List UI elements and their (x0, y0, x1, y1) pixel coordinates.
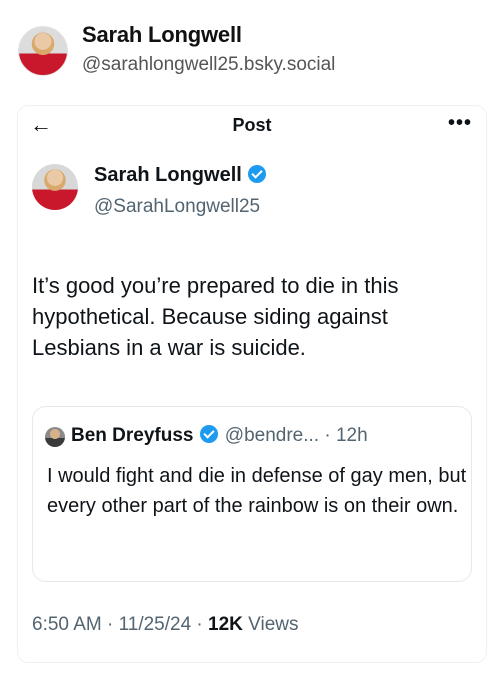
quoted-post-header: Ben Dreyfuss @bendre... · 12h (71, 425, 368, 447)
more-dots-icon[interactable]: ••• (448, 112, 472, 135)
tweet-author-name[interactable]: Sarah Longwell (94, 164, 266, 187)
verified-badge-icon (199, 425, 218, 443)
bluesky-post-header: Sarah Longwell @sarahlongwell25.bsky.soc… (18, 20, 488, 80)
quoted-author-name: Ben Dreyfuss (71, 425, 194, 446)
quoted-post[interactable]: Ben Dreyfuss @bendre... · 12h I would fi… (32, 406, 472, 582)
avatar[interactable] (32, 164, 78, 210)
tweet-author-name-text: Sarah Longwell (94, 164, 242, 186)
post-timestamp: 6:50 AM · 11/25/24 · (32, 614, 209, 635)
verified-badge-icon (247, 165, 266, 183)
post-meta: 6:50 AM · 11/25/24 · 12K Views (32, 614, 299, 636)
post-text: It’s good you’re prepared to die in this… (32, 273, 399, 360)
avatar (45, 427, 65, 447)
embedded-screenshot[interactable]: ← Post ••• Sarah Longwell @SarahLongwell… (18, 106, 486, 662)
views-label: Views (242, 614, 299, 635)
quoted-post-text: I would fight and die in defense of gay … (47, 465, 467, 517)
tweet-author-handle[interactable]: @SarahLongwell25 (94, 196, 260, 218)
post-topbar: ← Post ••• (18, 106, 486, 146)
avatar[interactable] (18, 26, 68, 76)
author-display-name[interactable]: Sarah Longwell (82, 22, 242, 48)
page-title: Post (232, 115, 272, 135)
author-handle[interactable]: @sarahlongwell25.bsky.social (82, 54, 335, 76)
views-count: 12K (208, 614, 243, 635)
quoted-author-handle-time: @bendre... · 12h (224, 425, 368, 446)
